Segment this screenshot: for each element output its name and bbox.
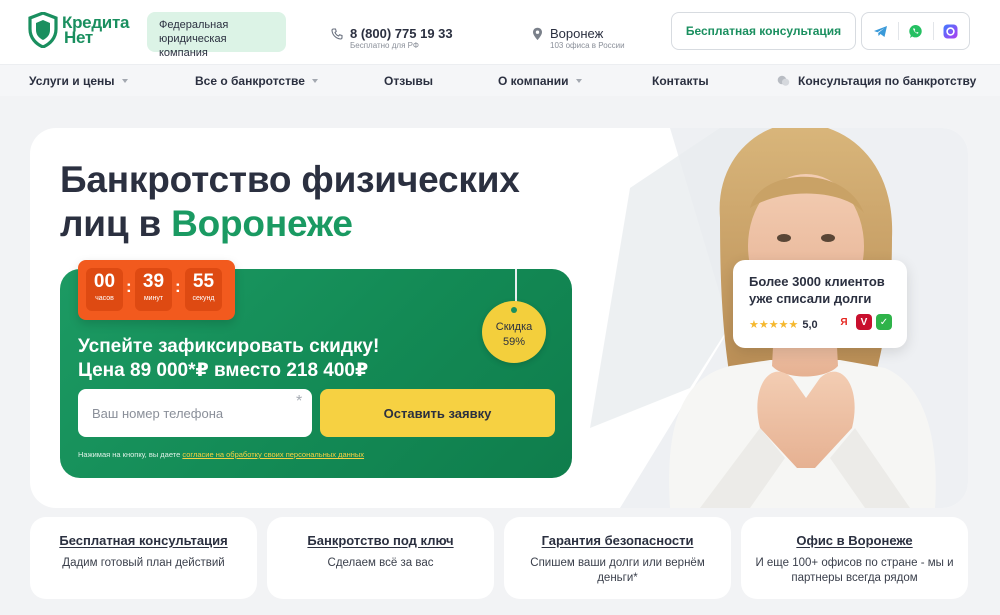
free-consultation-button[interactable]: Бесплатная консультация: [671, 12, 856, 50]
star-icon: ★: [749, 319, 759, 331]
countdown-timer: 00 часов : 39 минут : 55 секунд: [78, 260, 235, 320]
submit-request-button[interactable]: Оставить заявку: [320, 389, 555, 437]
discount-label: Скидка: [495, 321, 533, 333]
federal-company-badge: Федеральная юридическая компания: [147, 12, 286, 59]
timer-hours: 00 часов: [86, 268, 123, 311]
max-messenger-icon[interactable]: [943, 23, 959, 39]
consent-note: Нажимая на кнопку, вы даете согласие на …: [78, 450, 364, 459]
star-icon: ★: [768, 319, 779, 331]
nav-reviews[interactable]: Отзывы: [384, 74, 433, 88]
feature-title[interactable]: Гарантия безопасности: [504, 533, 731, 548]
whatsapp-icon[interactable]: [908, 23, 924, 39]
nav-contacts-label: Контакты: [652, 74, 709, 88]
timer-minutes: 39 минут: [135, 268, 172, 311]
chevron-down-icon: [311, 79, 318, 83]
nav-consultation-label: Консультация по банкротству: [798, 74, 977, 88]
hero-title: Банкротство физических лиц в Воронеже: [60, 158, 520, 246]
nav-consultation[interactable]: Консультация по банкротству: [777, 74, 976, 88]
feature-card-consultation[interactable]: Бесплатная консультация Дадим готовый пл…: [30, 517, 257, 599]
hero-title-line-1: Банкротство физических: [60, 159, 520, 200]
nav-services[interactable]: Услуги и цены: [29, 74, 128, 88]
logo-line-2: Нет: [64, 28, 93, 47]
yandex-icon[interactable]: Я: [836, 314, 852, 330]
feature-card-guarantee[interactable]: Гарантия безопасности Спишем ваши долги …: [504, 517, 731, 599]
offices-count: 103 офиса в России: [550, 41, 625, 50]
timer-colon: :: [126, 277, 132, 296]
nav-company[interactable]: О компании: [498, 74, 582, 88]
discount-tag: Скидка 59%: [482, 301, 546, 363]
chevron-down-icon: [121, 79, 128, 83]
promo-price-line: Цена 89 000*₽ вместо 218 400₽: [78, 360, 369, 381]
timer-seconds-label: секунд: [192, 295, 215, 302]
nav-services-label: Услуги и цены: [29, 74, 115, 88]
review-v-icon[interactable]: V: [856, 314, 872, 330]
timer-colon: :: [175, 277, 181, 296]
nav-contacts[interactable]: Контакты: [652, 74, 709, 88]
nav-reviews-label: Отзывы: [384, 74, 434, 88]
star-icon: ★: [788, 319, 799, 331]
feature-description: И еще 100+ офисов по стране - мы и партн…: [755, 557, 954, 584]
timer-hours-label: часов: [95, 295, 114, 302]
feature-card-office[interactable]: Офис в Воронеже И еще 100+ офисов по стр…: [741, 517, 968, 599]
promo-line-1: Успейте зафиксировать скидку!: [78, 336, 380, 357]
social-links: [861, 12, 970, 50]
timer-minutes-label: минут: [143, 295, 164, 302]
phone-note: Бесплатно для РФ: [350, 41, 419, 50]
clients-count-text: Более 3000 клиентов уже списали долги: [749, 274, 885, 306]
tag-hole: [511, 307, 517, 313]
phone-input[interactable]: [78, 389, 312, 437]
logo[interactable]: Кредита Нет: [28, 12, 129, 48]
timer-hours-value: 00: [93, 271, 116, 292]
city-name[interactable]: Воронеж: [550, 26, 603, 41]
social-divider: [932, 22, 934, 40]
tag-string: [515, 269, 517, 305]
site-header: Кредита Нет Федеральная юридическая комп…: [0, 0, 1000, 64]
hero-title-prefix: лиц в: [60, 203, 172, 244]
feature-title[interactable]: Бесплатная консультация: [30, 533, 257, 548]
main-nav: Услуги и цены Все о банкротстве Отзывы О…: [0, 64, 1000, 96]
timer-seconds-value: 55: [192, 271, 215, 292]
social-divider: [897, 22, 899, 40]
feature-description: Дадим готовый план действий: [62, 557, 225, 569]
timer-minutes-value: 39: [142, 271, 165, 292]
telegram-icon[interactable]: [873, 23, 889, 39]
timer-seconds: 55 секунд: [185, 268, 222, 311]
logo-text: Кредита Нет: [62, 14, 129, 47]
consent-text: Нажимая на кнопку, вы даете: [78, 450, 183, 459]
location-pin-icon: [533, 27, 542, 40]
discount-promo-card: 00 часов : 39 минут : 55 секунд Успейте …: [60, 260, 572, 478]
nav-about-bankruptcy-label: Все о банкротстве: [195, 74, 305, 88]
clients-stats-card: Более 3000 клиентов уже списали долги ★ …: [733, 260, 907, 348]
shield-logo-icon: [28, 12, 58, 48]
review-sources: Я V ✓: [836, 314, 896, 330]
feature-description: Сделаем всё за вас: [327, 557, 434, 569]
feature-title[interactable]: Офис в Воронеже: [741, 533, 968, 548]
feature-card-turnkey[interactable]: Банкротство под ключ Сделаем всё за вас: [267, 517, 494, 599]
star-icon: ★: [758, 319, 769, 331]
green-review-icon[interactable]: ✓: [876, 314, 892, 330]
feature-title[interactable]: Банкротство под ключ: [267, 533, 494, 548]
hero-title-city: Воронеже: [171, 203, 353, 244]
promo-headline: Успейте зафиксировать скидку! Цена 89 00…: [78, 335, 379, 383]
nav-company-label: О компании: [498, 74, 569, 88]
chat-bubble-icon: [777, 75, 790, 86]
feature-description: Спишем ваши долги или вернём деньги*: [530, 557, 705, 584]
discount-value: 59%: [502, 336, 526, 348]
nav-about-bankruptcy[interactable]: Все о банкротстве: [195, 74, 318, 88]
phone-number-link[interactable]: 8 (800) 775 19 33: [350, 26, 453, 41]
chevron-down-icon: [575, 79, 582, 83]
rating-stars: ★ ★ ★ ★ ★ 5,0: [749, 318, 818, 332]
rating-value: 5,0: [802, 318, 818, 331]
phone-icon: [331, 28, 343, 40]
required-asterisk: *: [296, 393, 303, 410]
consent-link[interactable]: согласие на обработку своих персональных…: [182, 450, 364, 459]
star-icon: ★: [778, 319, 789, 331]
hero-title-line-2: лиц в Воронеже: [60, 202, 520, 246]
